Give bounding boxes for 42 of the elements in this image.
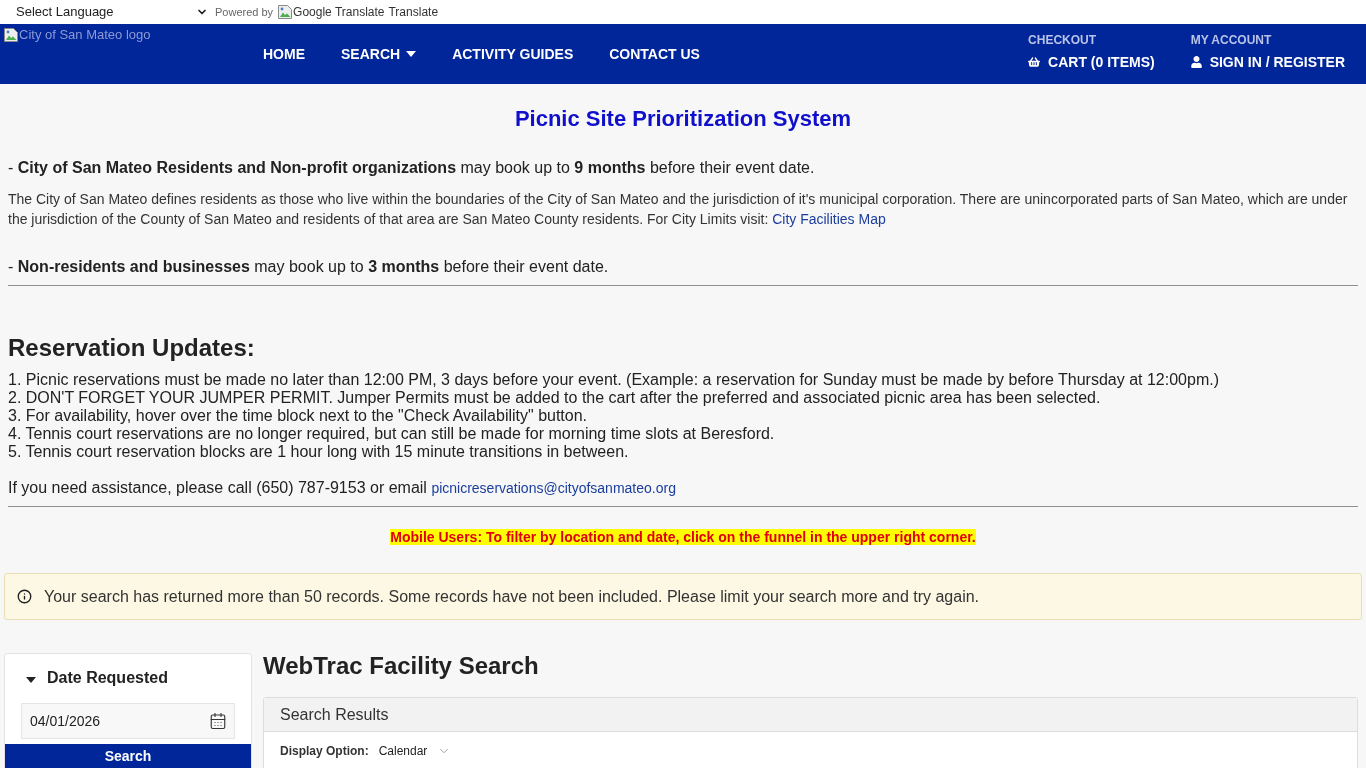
search-button[interactable]: Search	[5, 744, 251, 768]
update-item: 1. Picnic reservations must be made no later than 12:00 PM, 3 days before your event. (Example: a reservation for Sunday must be made by before Thursday at 12:00pm.)	[8, 371, 1220, 389]
nav-link[interactable]: ACTIVITY GUIDES	[434, 24, 592, 84]
nonresidents-rule: - Non-residents and businesses may book up to 3 months before their event date.	[8, 258, 610, 276]
residents-note: The City of San Mateo defines residents as those who live within the boundaries of the City of San Mateo and the jurisdiction of it's municipal corporation. There are unincorporated parts of San Mateo, which are under the jurisdiction of the County of San Mateo and residents of that area are San Mateo County residents. For City Limits visit: City Facilities Map	[8, 190, 1349, 229]
alert-message: Your search has returned more than 50 records. Some records have not been included. Please limit your search more and try again.	[44, 586, 980, 607]
account-link[interactable]: CART (0 ITEMS)	[1028, 54, 1155, 70]
nav-link[interactable]: CONTACT US	[591, 24, 718, 84]
language-select[interactable]: Select Language	[16, 2, 208, 22]
caret-down-icon	[406, 51, 417, 57]
broken-image-icon	[3, 27, 19, 43]
assistance-text: If you need assistance, please call (650) 787-9153 or email picnicreservations@cityofsanmateo.org	[8, 479, 677, 497]
calendar-icon	[209, 712, 227, 730]
facilities-map-link[interactable]: City Facilities Map	[772, 211, 886, 227]
display-option-select[interactable]: Calendar	[378, 742, 452, 760]
account-link[interactable]: SIGN IN / REGISTER	[1190, 54, 1345, 70]
broken-image-icon	[277, 4, 294, 20]
user-icon	[1190, 56, 1202, 68]
page-title: Picnic Site Prioritization System	[513, 106, 853, 132]
account-section-label: MY ACCOUNT	[1190, 33, 1273, 47]
image-alt-text: Google Translate	[293, 4, 385, 21]
info-icon	[17, 589, 32, 604]
mobile-users-notice: Mobile Users: To filter by location and date, click on the funnel in the upper right corner.	[390, 529, 976, 545]
powered-by-label: Powered by	[215, 4, 274, 20]
update-item: 2. DON'T FORGET YOUR JUMPER PERMIT. Jumper Permits must be added to the cart after the preferred and associated picnic area has been selected.	[8, 389, 1102, 407]
update-item: 4. Tennis court reservations are no longer required, but can still be made for morning time slots at Beresford.	[8, 425, 776, 443]
nav-link[interactable]: SEARCH	[323, 24, 435, 84]
date-input-field[interactable]: 04/01/2026	[21, 703, 235, 739]
update-item: 3. For availability, hover over the time block next to the "Check Availability" button.	[8, 407, 589, 425]
account-section-label: CHECKOUT	[1028, 33, 1098, 47]
date-section-toggle[interactable]: Date Requested	[5, 654, 251, 687]
search-page-title: WebTrac Facility Search	[263, 652, 540, 680]
translate-link[interactable]: Translate	[388, 3, 439, 21]
update-item: 5. Tennis court reservation blocks are 1 hour long with 15 minute transitions in between.	[8, 443, 630, 461]
panel-title: Search Results	[280, 704, 389, 725]
basket-icon	[1028, 56, 1041, 68]
display-option-label: Display Option:	[280, 743, 369, 760]
updates-heading: Reservation Updates:	[8, 334, 256, 362]
nav-link[interactable]: HOME	[245, 24, 323, 84]
email-link[interactable]: picnicreservations@cityofsanmateo.org	[431, 480, 676, 496]
logo-alt-text: City of San Mateo logo	[19, 27, 151, 43]
residents-rule: - City of San Mateo Residents and Non-profit organizations may book up to 9 months before their event date.	[8, 159, 816, 177]
